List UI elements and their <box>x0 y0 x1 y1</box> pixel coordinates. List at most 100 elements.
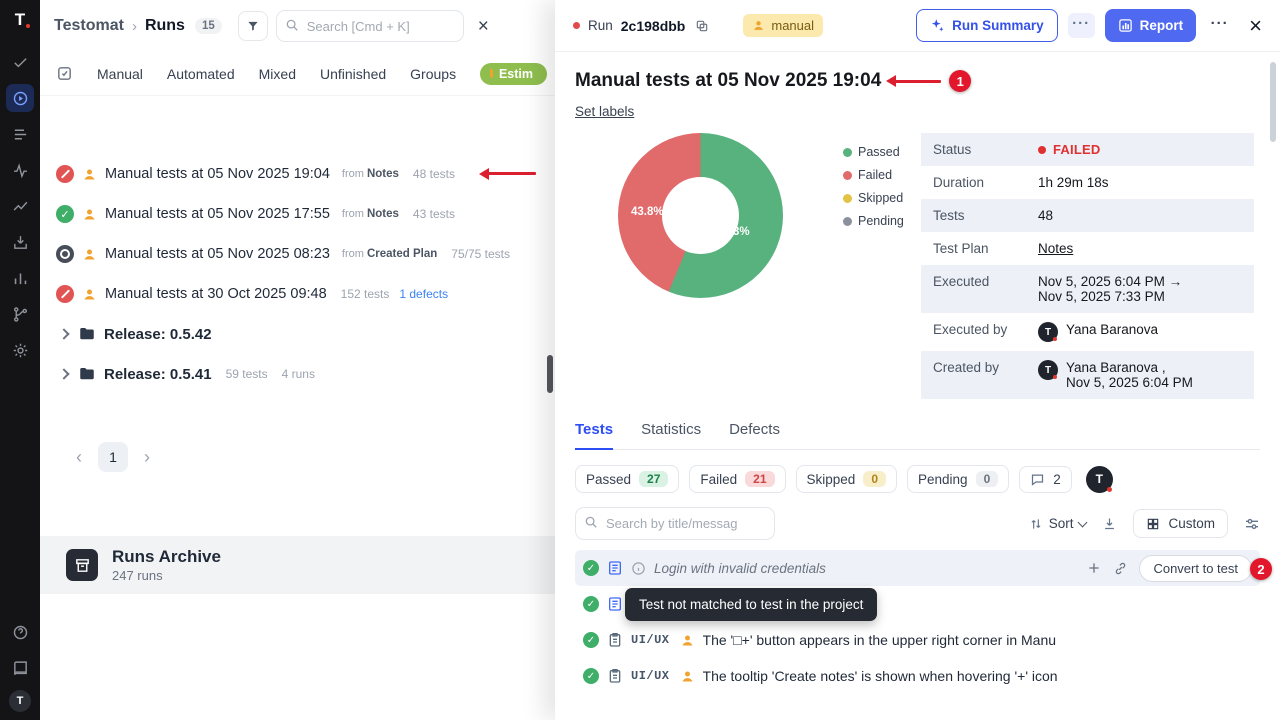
more-actions-button[interactable] <box>1206 13 1233 38</box>
help-icon[interactable] <box>6 618 34 646</box>
user-avatar[interactable]: T <box>9 690 31 712</box>
tab-mixed[interactable]: Mixed <box>259 66 296 82</box>
breadcrumb-app[interactable]: Testomat <box>54 17 124 35</box>
breadcrumb-section[interactable]: Runs <box>145 17 185 35</box>
run-tests-count: 152 tests <box>341 287 390 301</box>
runs-play-icon[interactable] <box>6 84 34 112</box>
download-button[interactable] <box>1102 516 1117 531</box>
folder-row[interactable]: Release: 0.5.42 <box>40 314 555 354</box>
link-icon[interactable] <box>1113 561 1128 576</box>
branch-icon[interactable] <box>6 300 34 328</box>
list-icon[interactable] <box>6 120 34 148</box>
custom-columns-button[interactable]: Custom <box>1133 509 1228 538</box>
info-row-status: Status FAILED <box>921 133 1254 166</box>
tests-search-input[interactable] <box>575 507 775 540</box>
gear-icon[interactable] <box>6 336 34 364</box>
runs-search-input[interactable] <box>276 10 464 42</box>
test-row[interactable]: Login with invalid credentials Convert t… <box>575 550 1260 586</box>
runs-search <box>276 10 464 42</box>
note-icon <box>607 596 623 612</box>
view-settings-icon[interactable] <box>1244 516 1260 532</box>
copy-run-id-button[interactable] <box>693 17 711 35</box>
search-icon <box>584 515 598 534</box>
runs-filter-tabs: Manual Automated Mixed Unfinished Groups… <box>40 52 555 96</box>
test-tag: UI/UX <box>631 633 670 647</box>
runs-archive[interactable]: Runs Archive 247 runs <box>40 536 555 594</box>
app-logo-icon[interactable]: T <box>15 10 25 30</box>
test-tag: UI/UX <box>631 669 670 683</box>
annotation-arrow-title <box>895 80 941 83</box>
page-number[interactable]: 1 <box>98 442 128 472</box>
set-labels-link[interactable]: Set labels <box>575 104 634 119</box>
report-button[interactable]: Report <box>1105 9 1197 42</box>
test-row[interactable]: UI/UX The '□+' button appears in the upp… <box>575 622 1260 658</box>
test-case-icon <box>607 632 623 648</box>
run-title: Manual tests at 05 Nov 2025 17:55 <box>105 206 330 222</box>
tab-manual[interactable]: Manual <box>97 66 143 82</box>
test-plan-link[interactable]: Notes <box>1038 241 1073 256</box>
tab-statistics[interactable]: Statistics <box>641 421 701 449</box>
import-icon[interactable] <box>6 228 34 256</box>
bar-chart-icon[interactable] <box>6 264 34 292</box>
tab-tests[interactable]: Tests <box>575 421 613 450</box>
legend-pending: Pending <box>843 214 904 228</box>
test-case-icon <box>607 668 623 684</box>
prev-page-button[interactable] <box>76 447 82 468</box>
close-panel-button[interactable] <box>1249 15 1262 37</box>
sort-arrows-icon <box>1029 517 1043 531</box>
chevron-right-icon[interactable] <box>58 328 69 339</box>
tab-automated[interactable]: Automated <box>167 66 235 82</box>
panel-scrollbar[interactable] <box>547 355 553 393</box>
add-icon[interactable] <box>1086 560 1102 576</box>
user-avatar[interactable]: T <box>1038 360 1058 380</box>
sort-dropdown[interactable]: Sort <box>1029 516 1087 531</box>
note-icon <box>607 560 623 576</box>
user-avatar[interactable]: T <box>1038 322 1058 342</box>
pagination: 1 <box>40 442 555 472</box>
close-search-button[interactable] <box>478 17 489 36</box>
check-icon[interactable] <box>6 48 34 76</box>
passed-check-icon <box>583 668 599 684</box>
filter-button[interactable] <box>238 11 268 41</box>
manual-person-icon <box>752 19 765 32</box>
chevron-right-icon[interactable] <box>58 368 69 379</box>
run-from: from Notes <box>342 208 399 220</box>
filter-pending[interactable]: Pending0 <box>907 465 1009 493</box>
legend-failed: Failed <box>843 168 904 182</box>
run-row[interactable]: Manual tests at 05 Nov 2025 17:55 from N… <box>40 194 555 234</box>
convert-to-test-button[interactable]: Convert to test <box>1139 555 1252 582</box>
tab-defects[interactable]: Defects <box>729 421 780 449</box>
test-row[interactable]: UI/UX The tooltip 'Create notes' is show… <box>575 658 1260 694</box>
filter-passed[interactable]: Passed27 <box>575 465 679 493</box>
tab-groups[interactable]: Groups <box>410 66 456 82</box>
summary-more-button[interactable] <box>1068 13 1095 38</box>
chevron-down-icon <box>1078 517 1088 527</box>
batch-select-icon[interactable] <box>56 65 73 82</box>
docs-icon[interactable] <box>6 654 34 682</box>
detail-scrollbar[interactable] <box>1270 62 1276 142</box>
manual-run-icon <box>82 167 97 182</box>
tests-toolbar: Sort Custom <box>575 507 1260 540</box>
next-page-button[interactable] <box>144 447 150 468</box>
activity-icon[interactable] <box>6 156 34 184</box>
run-row[interactable]: Manual tests at 30 Oct 2025 09:48 152 te… <box>40 274 555 314</box>
info-icon <box>631 561 646 576</box>
filter-skipped[interactable]: Skipped0 <box>796 465 897 493</box>
run-defects-link[interactable]: 1 defects <box>399 287 448 301</box>
manual-run-icon <box>82 247 97 262</box>
run-summary-button[interactable]: Run Summary <box>916 9 1058 42</box>
run-row[interactable]: Manual tests at 05 Nov 2025 19:04 from N… <box>40 154 555 194</box>
folder-row[interactable]: Release: 0.5.41 59 tests 4 runs <box>40 354 555 394</box>
folder-title: Release: 0.5.42 <box>104 326 212 343</box>
filter-comments[interactable]: 2 <box>1019 466 1072 493</box>
folder-tests-count: 59 tests <box>226 367 268 381</box>
estimate-pill[interactable]: Estim <box>480 63 547 85</box>
tab-unfinished[interactable]: Unfinished <box>320 66 386 82</box>
assignee-avatar[interactable]: T <box>1086 466 1113 493</box>
run-row[interactable]: Manual tests at 05 Nov 2025 08:23 from C… <box>40 234 555 274</box>
run-detail-title: Manual tests at 05 Nov 2025 19:04 <box>575 70 881 92</box>
trend-icon[interactable] <box>6 192 34 220</box>
status-dot-icon <box>1038 146 1046 154</box>
filter-failed[interactable]: Failed21 <box>689 465 785 493</box>
grid-icon <box>1146 517 1160 531</box>
